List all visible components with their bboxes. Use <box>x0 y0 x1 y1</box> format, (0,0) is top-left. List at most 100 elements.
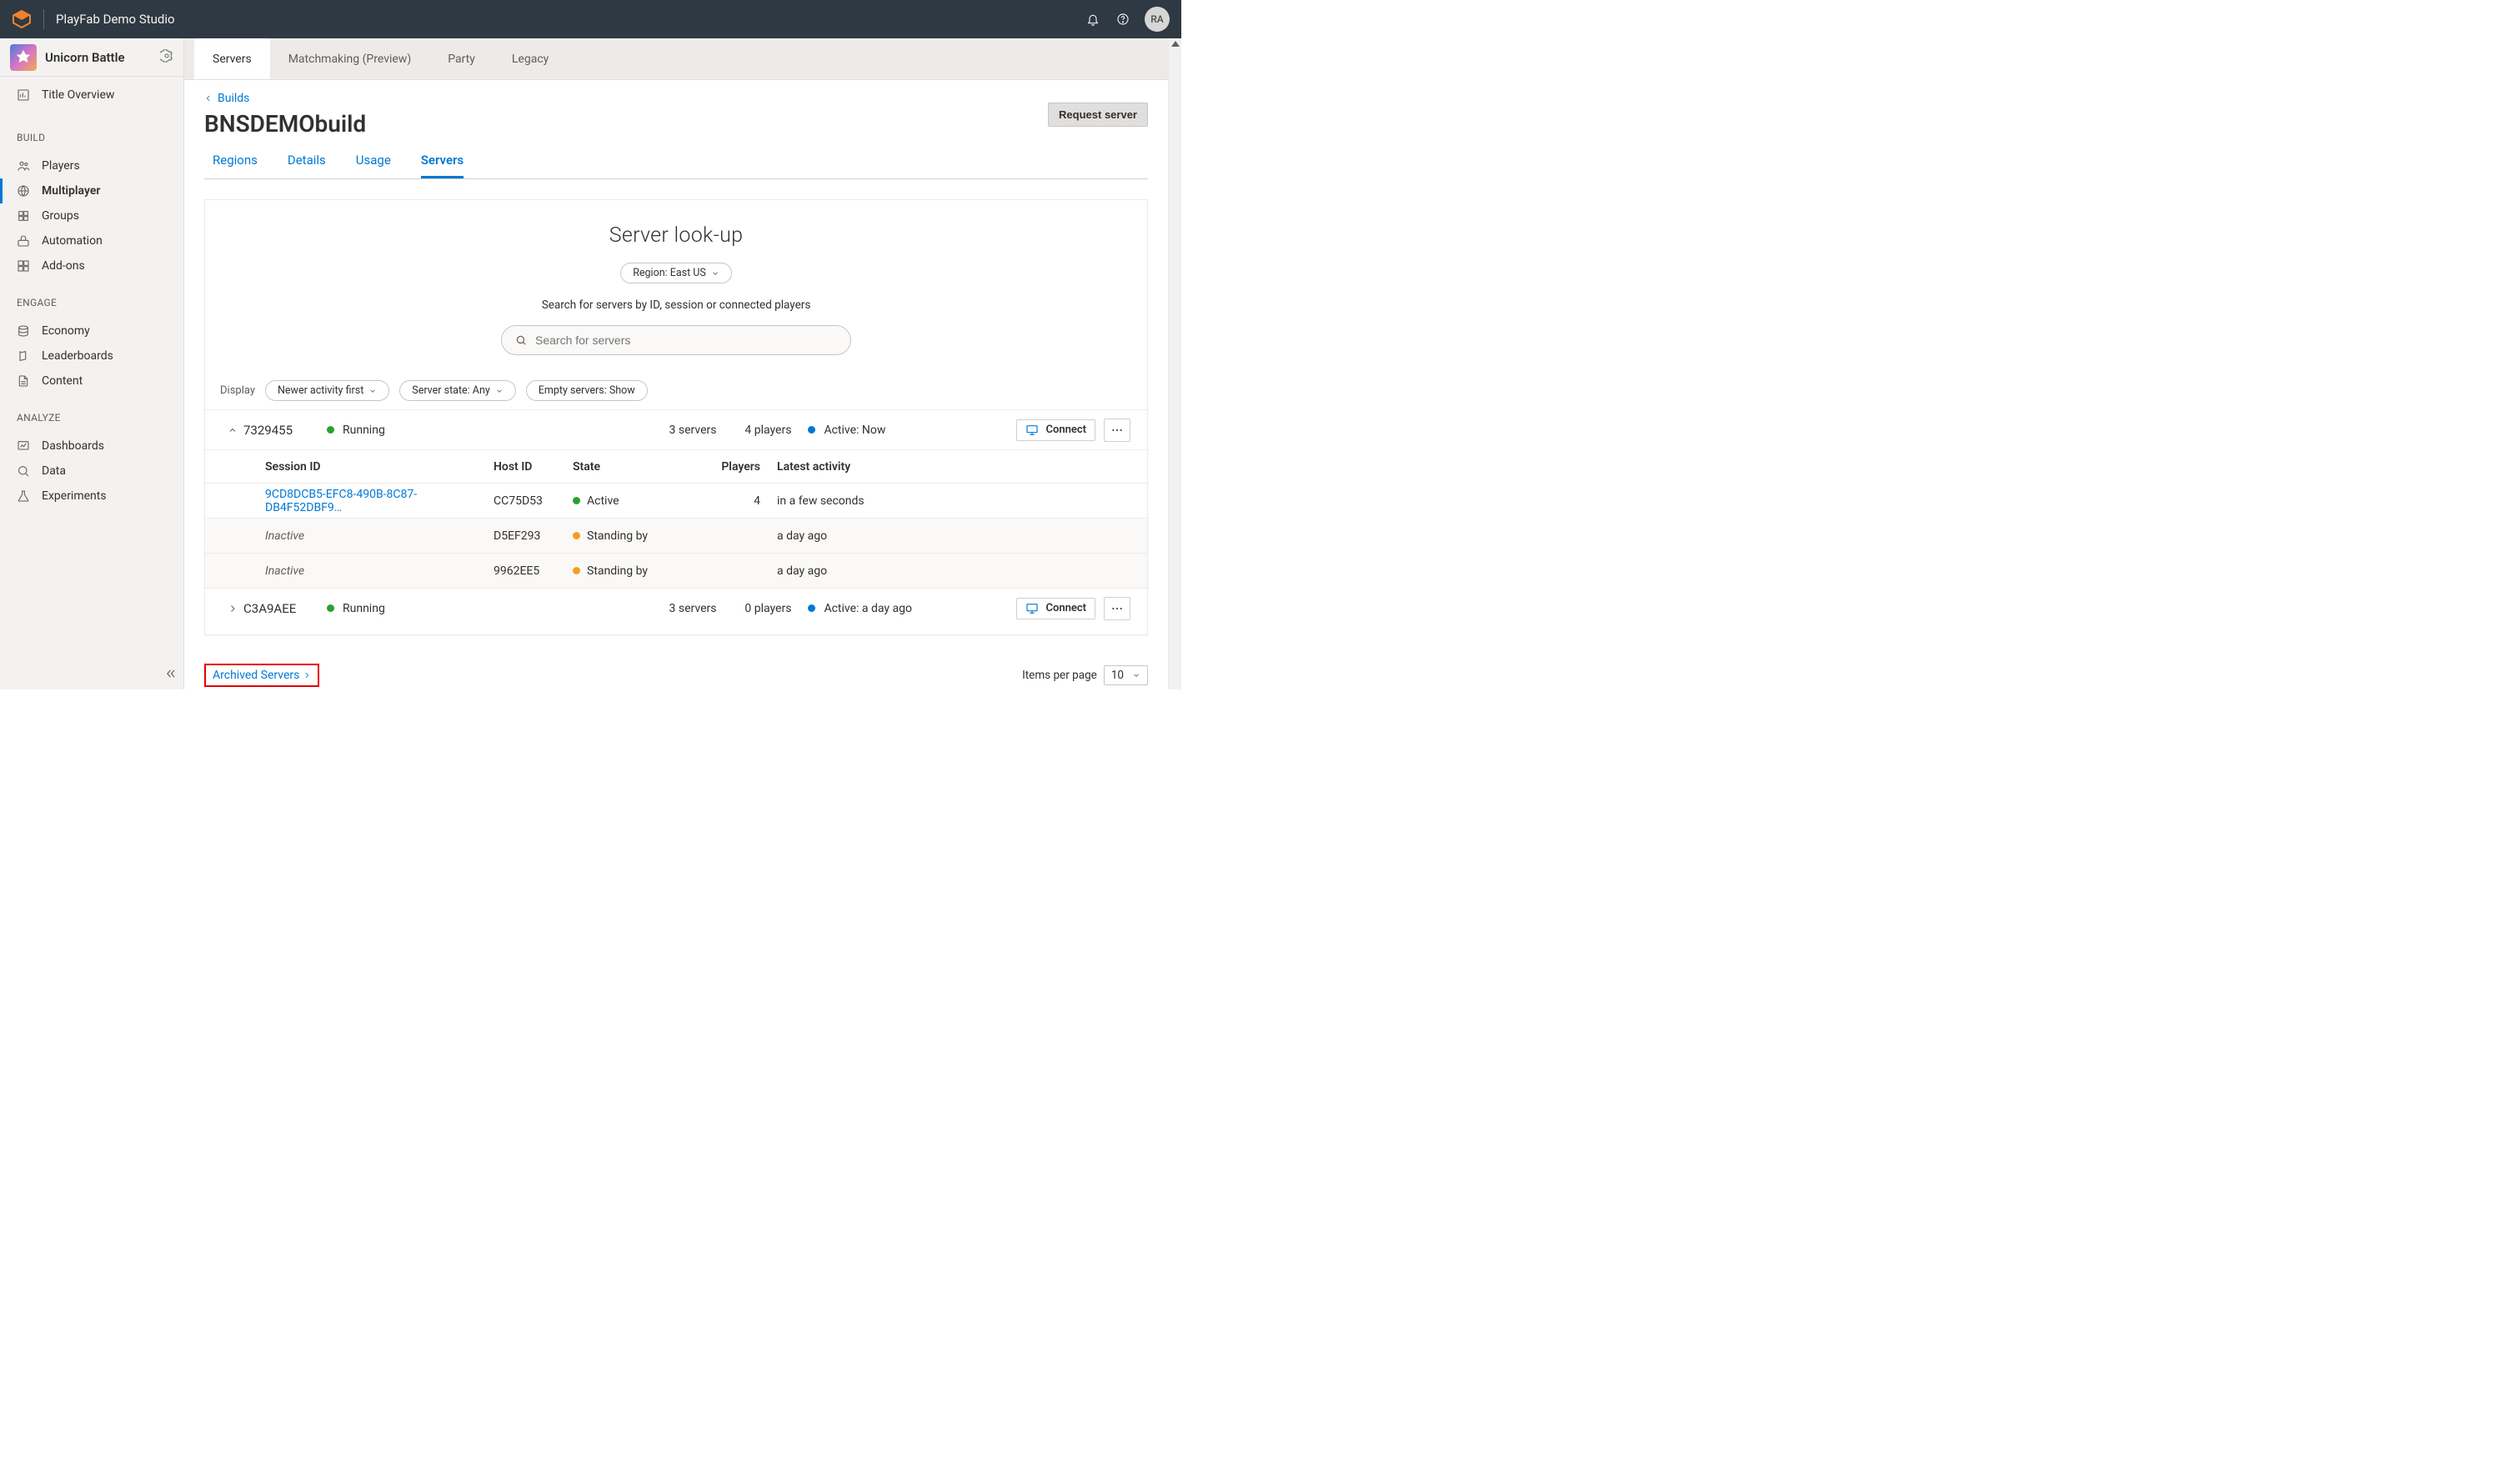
sidebar-item-addons[interactable]: Add-ons <box>0 253 183 278</box>
vm-row[interactable]: C3A9AEERunning3 servers0 playersActive: … <box>205 588 1147 628</box>
display-label: Display <box>220 384 255 397</box>
items-per-page: Items per page 10 <box>1022 665 1148 685</box>
sidebar-item-label: Automation <box>42 234 103 248</box>
subtab-regions[interactable]: Regions <box>213 153 258 178</box>
chevron-down-icon <box>1132 671 1140 679</box>
panel-title: Server look-up <box>205 223 1147 248</box>
expand-toggle[interactable] <box>222 425 243 435</box>
col-latest: Latest activity <box>777 460 1130 474</box>
status-dot-icon <box>327 604 334 612</box>
connect-button[interactable]: Connect <box>1016 419 1095 441</box>
sidebar-item-groups[interactable]: Groups <box>0 203 183 228</box>
search-icon <box>515 334 527 346</box>
state-filter[interactable]: Server state: Any <box>399 380 516 401</box>
tab-servers[interactable]: Servers <box>194 38 270 79</box>
session-header-row: Session IDHost IDStatePlayersLatest acti… <box>205 449 1147 483</box>
sidebar-item-label: Economy <box>42 324 90 338</box>
vm-state: Running <box>327 602 519 615</box>
sidebar-item-label: Dashboards <box>42 439 104 453</box>
sub-tabs: Regions Details Usage Servers <box>204 153 1148 179</box>
sidebar-item-economy[interactable]: Economy <box>0 318 183 343</box>
breadcrumb-back[interactable]: Builds <box>204 92 366 105</box>
more-button[interactable] <box>1104 419 1130 442</box>
chevron-down-icon <box>368 387 377 395</box>
subtab-usage[interactable]: Usage <box>356 153 391 178</box>
sidebar-item-data[interactable]: Data <box>0 459 183 484</box>
sidebar-item-label: Players <box>42 159 80 173</box>
page-title: BNSDEMObuild <box>204 110 366 138</box>
status-dot-icon <box>573 567 580 574</box>
breadcrumb-label: Builds <box>218 92 249 105</box>
sidebar-item-experiments[interactable]: Experiments <box>0 484 183 509</box>
empty-filter[interactable]: Empty servers: Show <box>526 380 648 401</box>
main-content: Servers Matchmaking (Preview) Party Lega… <box>184 38 1168 689</box>
search-input[interactable] <box>535 333 837 347</box>
playfab-logo-icon[interactable] <box>12 9 32 29</box>
tab-matchmaking[interactable]: Matchmaking (Preview) <box>270 38 430 79</box>
search-input-wrapper[interactable] <box>501 325 851 355</box>
sidebar-item-multiplayer[interactable]: Multiplayer <box>0 178 183 203</box>
server-list: 7329455Running3 servers4 playersActive: … <box>205 409 1147 628</box>
divider <box>43 9 44 29</box>
connect-button[interactable]: Connect <box>1016 598 1095 619</box>
game-avatar-icon <box>10 44 37 71</box>
session-inactive: Inactive <box>265 564 304 578</box>
scroll-up-icon <box>1171 41 1180 47</box>
sidebar-item-automation[interactable]: Automation <box>0 228 183 253</box>
subtab-servers[interactable]: Servers <box>421 153 464 178</box>
user-avatar[interactable]: RA <box>1145 7 1170 32</box>
session-link[interactable]: 9CD8DCB5-EFC8-490B-8C87-DB4F52DBF9… <box>265 488 417 514</box>
sidebar-item-overview[interactable]: Title Overview <box>0 77 183 113</box>
bell-icon[interactable] <box>1078 4 1108 34</box>
session-latest: a day ago <box>777 529 1130 543</box>
session-state: Standing by <box>573 564 714 578</box>
collapse-sidebar-icon[interactable] <box>165 668 177 683</box>
list-footer: Archived Servers Items per page 10 <box>184 655 1168 689</box>
vertical-scrollbar[interactable] <box>1168 38 1181 689</box>
game-name: Unicorn Battle <box>45 50 160 65</box>
status-dot-icon <box>573 497 580 504</box>
region-label: Region: East US <box>633 267 706 279</box>
display-filters: Display Newer activity first Server stat… <box>205 365 1147 409</box>
sidebar-item-dashboards[interactable]: Dashboards <box>0 434 183 459</box>
status-dot-icon <box>808 426 815 434</box>
sidebar-item-content[interactable]: Content <box>0 368 183 394</box>
server-count: 3 servers <box>649 424 716 437</box>
vm-row[interactable]: 7329455Running3 servers4 playersActive: … <box>205 409 1147 449</box>
archived-servers-link[interactable]: Archived Servers <box>204 664 319 687</box>
activity: Active: Now <box>791 424 925 437</box>
gear-icon[interactable] <box>160 49 173 66</box>
items-per-page-select[interactable]: 10 <box>1104 665 1148 685</box>
region-selector[interactable]: Region: East US <box>620 263 732 283</box>
sort-filter[interactable]: Newer activity first <box>265 380 389 401</box>
status-dot-icon <box>573 532 580 539</box>
sidebar-item-label: Content <box>42 374 83 388</box>
expand-toggle[interactable] <box>222 604 243 614</box>
more-button[interactable] <box>1104 597 1130 620</box>
status-dot-icon <box>808 604 815 612</box>
col-state: State <box>573 460 714 474</box>
sidebar-item-leaderboards[interactable]: Leaderboards <box>0 343 183 368</box>
vm-id: 7329455 <box>243 423 327 438</box>
sidebar-item-players[interactable]: Players <box>0 153 183 178</box>
request-server-button[interactable]: Request server <box>1048 103 1148 127</box>
host-id: CC75D53 <box>494 494 573 508</box>
activity: Active: a day ago <box>791 602 925 615</box>
search-help-text: Search for servers by ID, session or con… <box>205 298 1147 312</box>
topbar: PlayFab Demo Studio RA <box>0 0 1181 38</box>
session-row: InactiveD5EF293Standing bya day ago <box>205 518 1147 553</box>
sidebar-section-build: BUILD <box>0 125 183 150</box>
tab-legacy[interactable]: Legacy <box>494 38 567 79</box>
game-header[interactable]: Unicorn Battle <box>0 38 183 77</box>
tab-party[interactable]: Party <box>429 38 494 79</box>
session-row: Inactive9962EE5Standing bya day ago <box>205 553 1147 588</box>
host-id: 9962EE5 <box>494 564 573 578</box>
chevron-down-icon <box>711 269 719 278</box>
sidebar-item-label: Add-ons <box>42 259 85 273</box>
subtab-details[interactable]: Details <box>288 153 326 178</box>
help-icon[interactable] <box>1108 4 1138 34</box>
studio-name[interactable]: PlayFab Demo Studio <box>56 12 175 27</box>
host-id: D5EF293 <box>494 529 573 543</box>
col-session-id: Session ID <box>243 460 494 474</box>
vm-id: C3A9AEE <box>243 601 327 616</box>
